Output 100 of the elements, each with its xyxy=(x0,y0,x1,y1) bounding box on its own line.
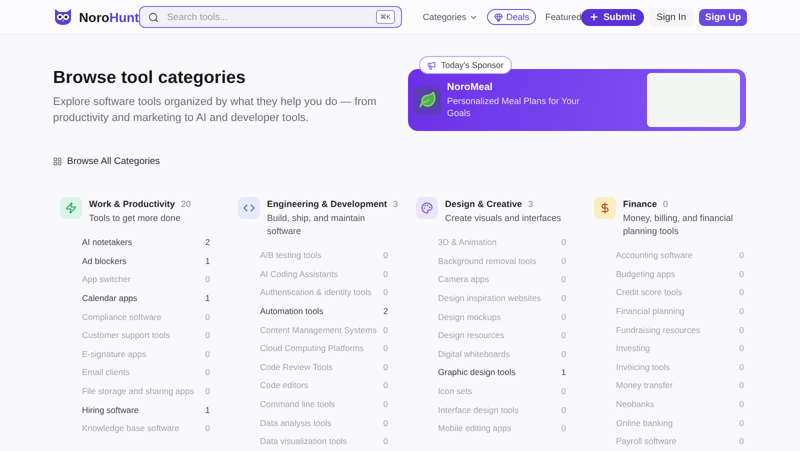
page-description: Explore software tools organized by what they help you do — from productivity and marketing to AI and developer tools. xyxy=(53,95,378,126)
search-input[interactable]: Search tools... xyxy=(164,10,370,24)
subcategory-link[interactable]: Design resources xyxy=(438,330,504,340)
category-count: 0 xyxy=(663,199,668,209)
tool-count: 0 xyxy=(561,274,566,284)
tool-count: 0 xyxy=(383,418,388,428)
tool-count: 0 xyxy=(383,268,388,279)
tool-count: 0 xyxy=(561,293,566,304)
subcategory-link[interactable]: Email clients xyxy=(82,367,130,378)
category-title[interactable]: Engineering & Development xyxy=(267,199,388,209)
code-icon xyxy=(243,202,255,214)
subcategory-link[interactable]: Hiring software xyxy=(82,404,139,415)
tool-count: 0 xyxy=(205,348,210,359)
tool-count: 0 xyxy=(383,324,388,335)
palette-icon xyxy=(421,202,433,214)
subcategory-link[interactable]: A/B testing tools xyxy=(260,250,322,260)
tool-count: 0 xyxy=(205,274,210,284)
subcategory-link[interactable]: Investing xyxy=(616,343,650,354)
subcategory-link[interactable]: Online banking xyxy=(616,418,673,428)
subcategory-link[interactable]: 3D & Animation xyxy=(438,237,497,248)
category-count: 3 xyxy=(393,199,398,209)
subcategory-link[interactable]: Graphic design tools xyxy=(438,367,516,378)
browse-all-link[interactable]: Browse All Categories xyxy=(53,156,160,167)
owl-logo-icon xyxy=(53,8,73,26)
tool-count: 0 xyxy=(561,348,566,359)
category-description: Build, ship, and maintain software xyxy=(267,212,366,238)
search-icon xyxy=(148,12,159,22)
tool-count: 0 xyxy=(383,250,388,260)
sponsor-tagline: Personalized Meal Plans for Your Goals xyxy=(447,94,581,118)
subcategory-link[interactable]: Invoicing tools xyxy=(616,362,670,372)
tool-count: 0 xyxy=(383,343,388,354)
subcategory-link[interactable]: Code editors xyxy=(260,380,308,390)
nav-link[interactable]: Featured xyxy=(545,12,582,22)
subcategory-link[interactable]: AI Coding Assistants xyxy=(260,268,338,279)
category-count: 20 xyxy=(180,199,191,209)
deals-link[interactable]: Deals xyxy=(487,9,536,25)
leaf-logo-icon xyxy=(414,86,441,114)
tool-count: 2 xyxy=(383,306,388,316)
tool-count: 0 xyxy=(205,367,210,378)
subcategory-link[interactable]: Icon sets xyxy=(438,386,472,396)
category-count: 3 xyxy=(528,199,534,209)
subcategory-link[interactable]: Payroll software xyxy=(616,436,676,446)
subcategory-link[interactable]: Data analysis tools xyxy=(260,418,332,428)
tool-count: 1 xyxy=(205,293,210,304)
category-title[interactable]: Finance xyxy=(623,199,658,209)
category-title[interactable]: Design & Creative xyxy=(445,199,522,209)
subcategory-link[interactable]: File storage and sharing apps xyxy=(82,386,194,396)
subcategory-link[interactable]: Knowledge base software xyxy=(82,423,180,434)
subcategory-link[interactable]: Cloud Computing Platforms xyxy=(260,343,364,354)
tool-count: 0 xyxy=(739,268,744,279)
subcategory-link[interactable]: Budgeting apps xyxy=(616,268,676,279)
subcategory-link[interactable]: Mobile editing apps xyxy=(438,423,512,434)
subcategory-link[interactable]: AI notetakers xyxy=(82,237,132,248)
subcategory-link[interactable]: Ad blockers xyxy=(82,256,126,266)
tool-count: 0 xyxy=(561,256,566,266)
categories-menu[interactable]: Categories xyxy=(422,12,478,22)
subcategory-link[interactable]: Fundraising resources xyxy=(616,324,700,335)
tool-count: 0 xyxy=(739,343,744,354)
sponsor-name: NoroMeal xyxy=(447,82,494,92)
submit-button[interactable]: Submit xyxy=(581,8,644,26)
tool-count: 0 xyxy=(739,436,744,446)
subcategory-link[interactable]: Money transfer xyxy=(616,380,673,390)
subcategory-link[interactable]: Interface design tools xyxy=(438,404,519,415)
lightning-icon xyxy=(65,202,77,214)
brand-logo[interactable]: NoroHunt xyxy=(79,10,139,24)
subcategory-link[interactable]: Content Management Systems xyxy=(260,324,377,335)
subcategory-link[interactable]: App switcher xyxy=(82,274,131,284)
subcategory-link[interactable]: Automation tools xyxy=(260,306,324,316)
page-title: Browse tool categories xyxy=(53,66,247,88)
subcategory-link[interactable]: Digital whiteboards xyxy=(438,348,510,359)
subcategory-link[interactable]: Neobanks xyxy=(616,399,654,410)
subcategory-link[interactable]: Design inspiration websites xyxy=(438,293,541,304)
sign-in-button[interactable]: Sign In xyxy=(648,8,694,26)
subcategory-link[interactable]: Code Review Tools xyxy=(260,362,333,372)
tool-count: 0 xyxy=(739,306,744,316)
subcategory-link[interactable]: Data visualization tools xyxy=(260,436,347,446)
tool-count: 1 xyxy=(205,256,210,266)
subcategory-link[interactable]: Customer support tools xyxy=(82,330,170,340)
tool-count: 0 xyxy=(205,312,210,322)
tool-count: 0 xyxy=(739,418,744,428)
subcategory-link[interactable]: Accounting software xyxy=(616,250,693,260)
subcategory-link[interactable]: Calendar apps xyxy=(82,293,138,304)
tool-count: 0 xyxy=(205,386,210,396)
dollar-icon xyxy=(599,202,611,214)
sponsor-card[interactable]: NoroMeal Personalized Meal Plans for Your Goals xyxy=(408,69,746,131)
subcategory-link[interactable]: Compliance software xyxy=(82,312,162,322)
subcategory-link[interactable]: Credit score tools xyxy=(616,287,682,298)
gem-icon xyxy=(494,12,504,22)
subcategory-link[interactable]: Command line tools xyxy=(260,399,336,410)
subcategory-link[interactable]: Background removal tools xyxy=(438,256,536,266)
subcategory-link[interactable]: Design mockups xyxy=(438,312,501,322)
subcategory-link[interactable]: Financial planning xyxy=(616,306,685,316)
sponsor-badge: Today's Sponsor xyxy=(419,56,512,74)
subcategory-link[interactable]: Camera apps xyxy=(438,274,490,284)
subcategory-link[interactable]: Authentication & identity tools xyxy=(260,287,372,298)
category-title[interactable]: Work & Productivity xyxy=(89,199,175,209)
tool-count: 0 xyxy=(383,380,388,390)
subcategory-link[interactable]: E-signature apps xyxy=(82,348,146,359)
sign-up-button[interactable]: Sign Up xyxy=(699,8,747,26)
tool-count: 0 xyxy=(205,330,210,340)
